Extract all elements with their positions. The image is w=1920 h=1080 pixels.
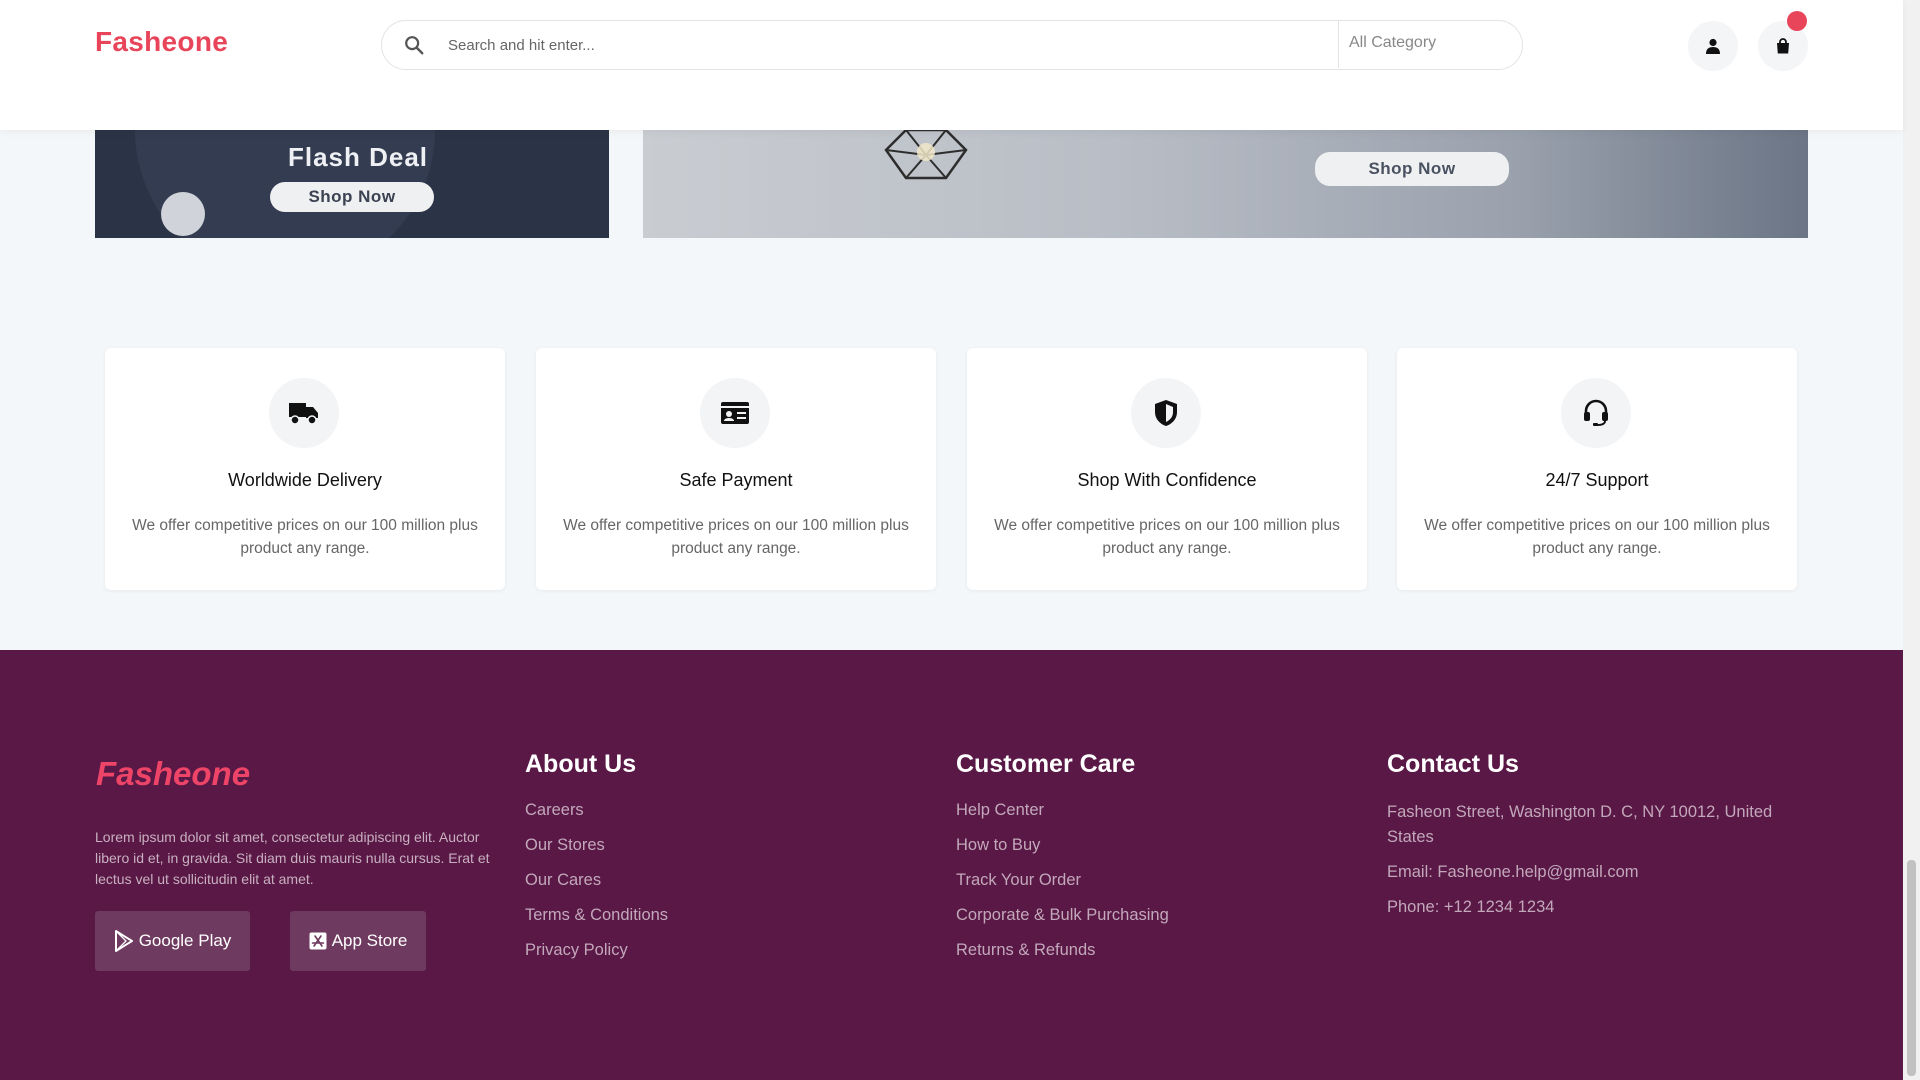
contact-heading: Contact Us [1387, 750, 1519, 778]
feature-icon-wrap [700, 378, 770, 448]
category-select[interactable]: All Category [1338, 21, 1522, 68]
about-column: About Us Careers Our Stores Our Cares Te… [525, 750, 668, 975]
google-play-button[interactable]: Google Play [95, 911, 250, 971]
page-scrollbar[interactable] [1903, 0, 1920, 1080]
feature-description: We offer competitive prices on our 100 m… [994, 517, 1340, 557]
shop-now-button[interactable]: Shop Now [1315, 152, 1509, 186]
customer-care-column: Customer Care Help Center How to Buy Tra… [956, 750, 1169, 975]
footer-description: Lorem ipsum dolor sit amet, consectetur … [95, 829, 490, 887]
shop-now-button[interactable]: Shop Now [270, 182, 434, 212]
footer-link-our-cares[interactable]: Our Cares [525, 870, 668, 905]
feature-card: Safe Payment We offer competitive prices… [536, 348, 936, 590]
feature-title: Shop With Confidence [1077, 470, 1257, 490]
feature-icon-wrap [1561, 378, 1631, 448]
footer-link-how-to-buy[interactable]: How to Buy [956, 835, 1169, 870]
feature-icon-wrap [1131, 378, 1201, 448]
contact-column: Contact Us Fasheon Street, Washington D.… [1387, 750, 1807, 930]
feature-card: 24/7 Support We offer competitive prices… [1397, 348, 1797, 590]
footer-logo[interactable]: Fasheone [96, 755, 250, 793]
footer-link-terms[interactable]: Terms & Conditions [525, 905, 668, 940]
customer-care-heading: Customer Care [956, 750, 1136, 778]
feature-description: We offer competitive prices on our 100 m… [1424, 517, 1770, 557]
truck-icon [289, 403, 318, 425]
google-play-label: Google Play [138, 931, 232, 950]
search-input[interactable] [448, 33, 1288, 57]
shopping-bag-icon [1777, 38, 1789, 54]
footer-link-privacy[interactable]: Privacy Policy [525, 940, 668, 975]
search-icon[interactable] [403, 34, 425, 56]
app-store-icon [309, 932, 327, 950]
site-header: Fasheone All Category [0, 0, 1903, 130]
user-icon [1706, 38, 1720, 54]
id-card-icon [721, 402, 749, 424]
feature-card: Worldwide Delivery We offer competitive … [105, 348, 505, 590]
contact-address: Fasheon Street, Washington D. C, NY 1001… [1387, 803, 1773, 846]
contact-phone[interactable]: Phone: +12 1234 1234 [1387, 895, 1807, 920]
footer-link-our-stores[interactable]: Our Stores [525, 835, 668, 870]
footer-link-careers[interactable]: Careers [525, 800, 668, 835]
footer-link-returns[interactable]: Returns & Refunds [956, 940, 1169, 975]
search-bar: All Category [381, 20, 1523, 70]
account-button[interactable] [1688, 21, 1738, 71]
feature-description: We offer competitive prices on our 100 m… [563, 517, 909, 557]
feature-title: Safe Payment [679, 470, 793, 490]
shield-icon [1155, 400, 1177, 426]
feature-description: We offer competitive prices on our 100 m… [132, 517, 478, 557]
feature-title: 24/7 Support [1545, 470, 1649, 490]
site-footer: Fasheone Lorem ipsum dolor sit amet, con… [0, 650, 1903, 1080]
feature-title: Worldwide Delivery [228, 470, 382, 490]
banner-title: Flash Deal [287, 142, 429, 172]
headset-icon [1584, 399, 1608, 426]
scrollbar-thumb[interactable] [1907, 860, 1916, 1076]
footer-link-bulk-purchasing[interactable]: Corporate & Bulk Purchasing [956, 905, 1169, 940]
app-store-button[interactable]: App Store [290, 911, 426, 971]
feature-card: Shop With Confidence We offer competitiv… [967, 348, 1367, 590]
app-store-label: App Store [331, 931, 408, 950]
banner-decoration-dot [161, 192, 205, 236]
contact-email[interactable]: Email: Fasheone.help@gmail.com [1387, 860, 1807, 885]
google-play-icon [114, 930, 133, 952]
feature-icon-wrap [269, 378, 339, 448]
site-logo[interactable]: Fasheone [95, 26, 228, 58]
footer-link-track-order[interactable]: Track Your Order [956, 870, 1169, 905]
footer-link-help-center[interactable]: Help Center [956, 800, 1169, 835]
cart-badge [1787, 11, 1807, 31]
about-heading: About Us [525, 750, 637, 778]
